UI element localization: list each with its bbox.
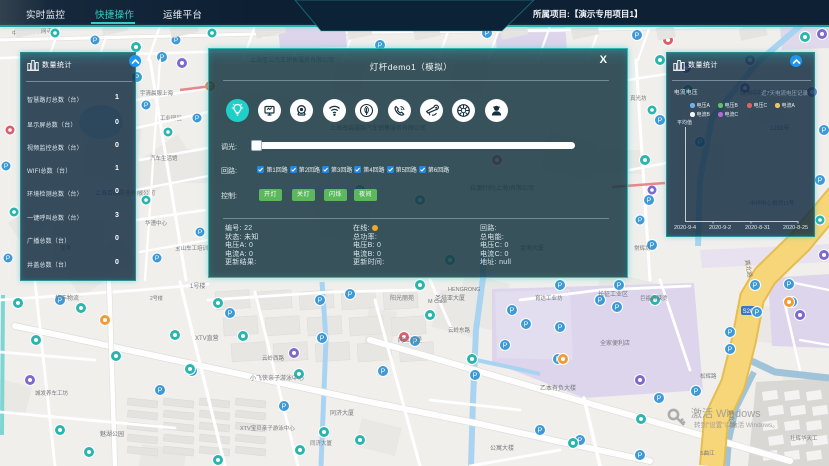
svg-text:全家便利店: 全家便利店 (600, 339, 630, 347)
svg-text:同济大厦: 同济大厦 (330, 409, 354, 417)
svg-text:P: P (144, 102, 148, 109)
svg-text:2号楼: 2号楼 (150, 295, 163, 302)
svg-text:长征工业区: 长征工业区 (598, 290, 628, 298)
svg-text:P: P (195, 115, 199, 122)
svg-text:P: P (93, 37, 97, 44)
svg-text:社辉华天工: 社辉华天工 (790, 434, 818, 442)
svg-text:P: P (598, 298, 603, 305)
svg-text:P: P (638, 453, 643, 460)
svg-text:P: P (538, 428, 543, 435)
svg-text:云岭东路: 云岭东路 (448, 326, 471, 334)
svg-text:P: P (638, 217, 642, 224)
svg-text:P: P (524, 322, 529, 329)
svg-text:网红汉堡: 网红汉堡 (398, 336, 422, 344)
svg-text:公寓大楼: 公寓大楼 (490, 444, 514, 452)
svg-text:同济大厦: 同济大厦 (310, 439, 333, 447)
svg-text:P: P (755, 310, 760, 317)
svg-text:P: P (228, 311, 233, 318)
svg-text:华丰物流: 华丰物流 (55, 294, 79, 302)
svg-text:城发养车工坊: 城发养车工坊 (35, 389, 69, 397)
svg-text:P: P (174, 37, 178, 44)
svg-text:P: P (320, 336, 325, 343)
svg-text:P: P (787, 282, 792, 289)
svg-text:P: P (558, 283, 563, 290)
svg-text:1号楼: 1号楼 (190, 282, 205, 290)
svg-text:P: P (657, 396, 662, 403)
svg-text:P: P (473, 373, 478, 380)
svg-text:乙本有负大楼: 乙本有负大楼 (540, 384, 576, 392)
svg-text:松辉路: 松辉路 (700, 372, 717, 380)
svg-text:P: P (728, 347, 733, 354)
svg-text:P: P (158, 388, 163, 395)
svg-text:华漕中心: 华漕中心 (145, 219, 168, 227)
svg-text:P: P (822, 128, 827, 135)
svg-text:小飞侠亲子游泳中心: 小飞侠亲子游泳中心 (250, 374, 304, 382)
svg-text:宇清晨服上海: 宇清晨服上海 (140, 89, 174, 97)
svg-text:XTV宝贝亲子游泳中心: XTV宝贝亲子游泳中心 (240, 424, 295, 432)
svg-text:P: P (381, 369, 386, 376)
svg-text:巨福麻辣烫: 巨福麻辣烫 (640, 294, 668, 302)
svg-text:S曲江: S曲江 (700, 449, 715, 457)
svg-text:P: P (155, 255, 159, 262)
svg-text:P: P (753, 283, 758, 290)
svg-text:P: P (818, 178, 823, 185)
svg-text:P: P (647, 198, 652, 205)
svg-text:P: P (4, 163, 8, 170)
svg-text:P: P (694, 389, 699, 396)
svg-text:P: P (558, 325, 563, 332)
svg-text:阳光丽苑: 阳光丽苑 (390, 294, 414, 302)
svg-text:M Cake: M Cake (428, 299, 447, 305)
svg-text:魅湖公园: 魅湖公园 (100, 430, 124, 438)
svg-text:P: P (348, 292, 353, 299)
svg-text:XTV直营: XTV直营 (195, 334, 219, 342)
svg-text:HENGRONG: HENGRONG (448, 287, 480, 293)
svg-text:云岭西路: 云岭西路 (262, 354, 285, 362)
svg-text:育达工业坊: 育达工业坊 (535, 294, 563, 302)
svg-text:P: P (282, 404, 287, 411)
svg-text:P: P (503, 343, 508, 350)
svg-text:P: P (658, 118, 663, 125)
svg-text:汽车生活馆: 汽车生活馆 (150, 154, 178, 162)
svg-text:P: P (318, 298, 323, 305)
svg-text:真光坊: 真光坊 (630, 94, 647, 102)
svg-text:P: P (198, 229, 202, 236)
svg-text:P: P (6, 255, 10, 262)
svg-text:P: P (617, 283, 622, 290)
svg-text:P: P (510, 308, 515, 315)
svg-text:P: P (728, 330, 733, 337)
svg-text:P: P (615, 305, 620, 312)
svg-text:常辉坊: 常辉坊 (634, 244, 651, 252)
